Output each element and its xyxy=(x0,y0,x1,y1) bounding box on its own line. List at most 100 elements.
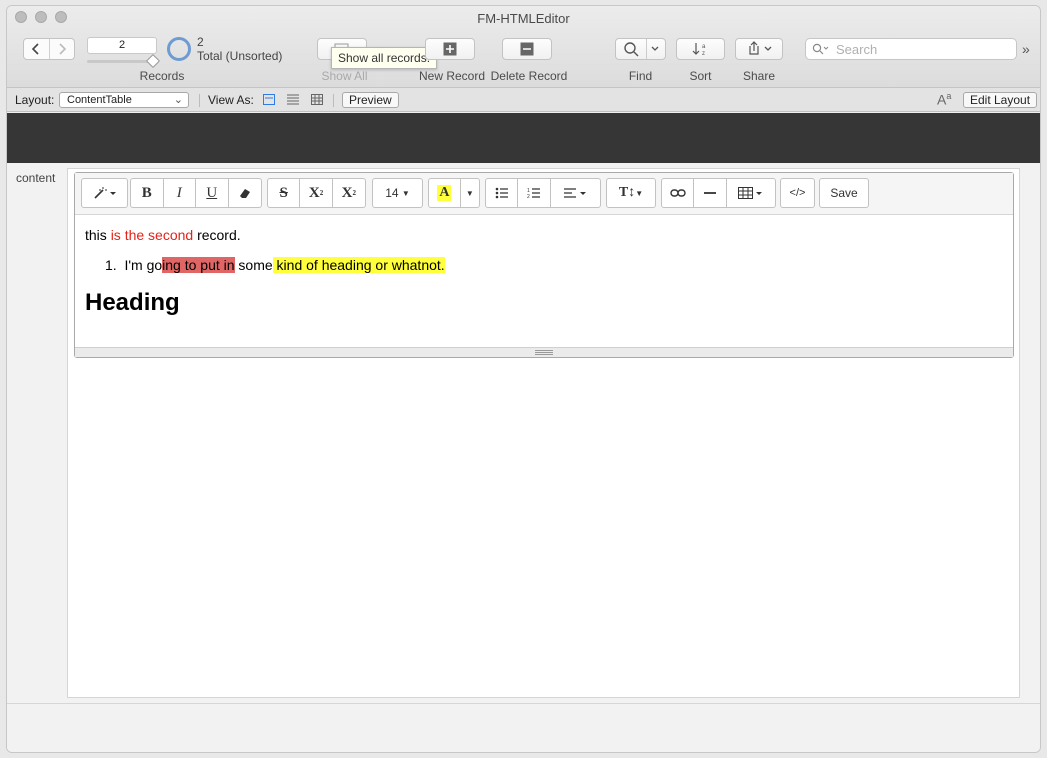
new-record-button[interactable] xyxy=(425,38,475,60)
eraser-icon[interactable] xyxy=(229,179,261,207)
code-view-button[interactable]: </> xyxy=(780,178,815,208)
title-bar: FM-HTMLEditor 2 Records 2 Total (Unsorte… xyxy=(7,6,1040,88)
divider xyxy=(333,94,334,107)
list-item: 1. I'm going to put in some kind of head… xyxy=(85,255,445,275)
delete-record-button[interactable] xyxy=(502,38,552,60)
table-view-icon[interactable] xyxy=(311,94,323,105)
layout-select-value: ContentTable xyxy=(67,94,132,106)
content-web-viewer: B I U S X2 X2 14 ▼ A ▼ 1 2 T↕ ▼ </> Save… xyxy=(67,168,1020,698)
share-label: Share xyxy=(742,69,776,83)
layout-bar: Layout: ContentTable ⌄ View As: Preview … xyxy=(7,88,1040,112)
grip-icon xyxy=(535,350,553,355)
found-count: 2 xyxy=(197,35,204,49)
save-button[interactable]: Save xyxy=(819,178,869,208)
layout-select[interactable]: ContentTable ⌄ xyxy=(59,92,189,108)
record-slider-knob[interactable] xyxy=(145,53,161,69)
bullet-list-icon[interactable] xyxy=(486,179,519,207)
records-label: Records xyxy=(139,69,185,83)
save-button-label: Save xyxy=(830,186,858,200)
line-height-dropdown[interactable]: T↕ ▼ xyxy=(606,178,656,208)
chevron-left-icon xyxy=(32,43,39,55)
red-highlight-run: ing to put in xyxy=(162,257,235,273)
sort-button[interactable]: az xyxy=(676,38,725,60)
font-size-text: 14 xyxy=(385,186,399,200)
highlight-color-group: A ▼ xyxy=(428,178,480,208)
svg-text:a: a xyxy=(702,44,706,50)
link-icon[interactable] xyxy=(662,179,695,207)
underline-button[interactable]: U xyxy=(196,179,229,207)
chevron-right-icon xyxy=(59,43,66,55)
show-all-tooltip: Show all records. xyxy=(331,47,438,69)
table-dropdown-icon[interactable] xyxy=(727,179,775,207)
italic-button[interactable]: I xyxy=(164,179,196,207)
font-size-dropdown[interactable]: 14 ▼ xyxy=(372,178,423,208)
text-run: record. xyxy=(193,227,241,243)
editor-toolbar: B I U S X2 X2 14 ▼ A ▼ 1 2 T↕ ▼ </> Save xyxy=(75,173,1013,215)
subscript-button[interactable]: X2 xyxy=(333,179,365,207)
line-height-icon: T↕ ▼ xyxy=(618,185,644,200)
toolbar-overflow-icon[interactable]: » xyxy=(1022,41,1030,57)
list-number: 1. xyxy=(105,257,117,273)
editor-resize-handle[interactable] xyxy=(75,347,1013,357)
insert-group xyxy=(661,178,776,208)
find-label: Find xyxy=(628,69,653,83)
find-button[interactable] xyxy=(615,38,666,60)
previous-record-button[interactable] xyxy=(24,39,49,59)
bold-button[interactable]: B xyxy=(131,179,164,207)
content-heading: Heading xyxy=(85,289,180,316)
font-size-value: 14 ▼ xyxy=(373,179,422,207)
layout-footer xyxy=(7,703,1040,752)
edit-layout-button[interactable]: Edit Layout xyxy=(963,92,1038,108)
form-view-icon[interactable] xyxy=(263,94,275,105)
record-navigation xyxy=(23,38,75,60)
next-record-button[interactable] xyxy=(48,39,75,59)
layout-body: content B I U S X 2 X 2 14 ▼ A ▼ 1 2 T↕ … xyxy=(7,163,1040,703)
current-record-field[interactable]: 2 xyxy=(87,37,157,54)
highlight-color-button[interactable]: A xyxy=(429,179,461,207)
magic-format-dropdown[interactable] xyxy=(81,178,128,208)
found-set-pie-icon xyxy=(167,37,191,61)
text-run: this xyxy=(85,227,111,243)
search-icon xyxy=(812,43,829,55)
svg-text:z: z xyxy=(702,51,705,57)
editor-content[interactable]: this is the second record. 1. I'm going … xyxy=(85,225,445,316)
strikethrough-button[interactable]: S xyxy=(268,179,301,207)
find-menu-chevron-icon[interactable] xyxy=(646,39,663,59)
minus-icon xyxy=(520,42,534,56)
numbered-list-icon[interactable]: 12 xyxy=(518,179,551,207)
show-all-label: Show All xyxy=(321,69,368,83)
html-editor: B I U S X2 X2 14 ▼ A ▼ 1 2 T↕ ▼ </> Save… xyxy=(74,172,1014,358)
layout-label: Layout: xyxy=(15,93,55,107)
text-run: some xyxy=(234,257,273,273)
share-button[interactable] xyxy=(735,38,783,60)
superscript-button[interactable]: X2 xyxy=(300,179,333,207)
sort-icon: az xyxy=(692,43,706,57)
svg-text:2: 2 xyxy=(527,194,530,199)
paragraph-line: this is the second record. xyxy=(85,225,445,245)
highlight-color-icon: A xyxy=(437,185,452,201)
script-group: S X2 X2 xyxy=(267,178,366,208)
app-window: FM-HTMLEditor 2 Records 2 Total (Unsorte… xyxy=(6,5,1041,753)
caret-down-icon: ▼ xyxy=(401,188,410,198)
list-view-icon[interactable] xyxy=(287,94,299,105)
text-run: I'm go xyxy=(124,257,163,273)
search-input[interactable]: Search xyxy=(805,38,1017,60)
chevron-down-icon: ⌄ xyxy=(173,94,183,106)
plus-icon xyxy=(443,42,457,56)
text-format-icon[interactable]: Aa xyxy=(937,91,951,108)
horizontal-rule-icon[interactable] xyxy=(694,179,727,207)
align-dropdown-icon[interactable] xyxy=(551,179,600,207)
divider xyxy=(199,94,200,107)
caret-down-icon[interactable]: ▼ xyxy=(461,179,479,207)
red-text-run: is the second xyxy=(110,227,194,243)
preview-button[interactable]: Preview xyxy=(342,92,399,108)
magic-wand-icon xyxy=(82,179,127,207)
content-field-label: content xyxy=(16,171,56,185)
layout-header xyxy=(7,113,1040,163)
found-status: Total (Unsorted) xyxy=(197,49,283,63)
new-record-label: New Record xyxy=(418,69,486,83)
sort-label: Sort xyxy=(689,69,712,83)
yellow-highlight-run: kind of heading or whatnot. xyxy=(272,257,445,273)
view-as-label: View As: xyxy=(208,93,254,107)
magnifier-icon xyxy=(624,42,639,57)
